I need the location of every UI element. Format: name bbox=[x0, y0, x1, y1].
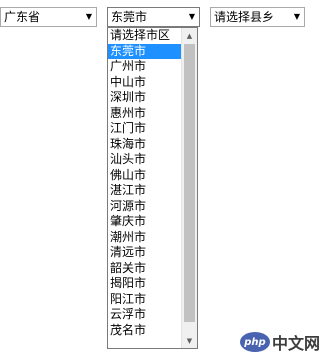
option-item[interactable]: 江门市 bbox=[108, 121, 181, 137]
option-item[interactable]: 佛山市 bbox=[108, 168, 181, 184]
option-item[interactable]: 深圳市 bbox=[108, 90, 181, 106]
php-logo-icon: php bbox=[239, 332, 270, 352]
scrollbar[interactable]: ▲ ▼ bbox=[181, 28, 197, 348]
county-select-value: 请选择县乡 bbox=[214, 10, 275, 24]
option-item[interactable]: 潮州市 bbox=[108, 230, 181, 246]
watermark-logo: php 中文网 bbox=[239, 330, 320, 354]
option-selected[interactable]: 东莞市 bbox=[108, 43, 181, 59]
option-item[interactable]: 中山市 bbox=[108, 75, 181, 91]
city-options: 请选择市区 东莞市 广州市 中山市 深圳市 惠州市 江门市 珠海市 汕头市 佛山市 湛江市 河源市 肇庆… bbox=[108, 28, 181, 348]
scroll-thumb[interactable] bbox=[184, 44, 195, 322]
city-select[interactable]: 东莞市 ▼ bbox=[107, 7, 200, 27]
option-item[interactable]: 清远市 bbox=[108, 245, 181, 261]
option-item[interactable]: 韶关市 bbox=[108, 261, 181, 277]
option-item[interactable]: 惠州市 bbox=[108, 106, 181, 122]
scroll-down-arrow-icon[interactable]: ▼ bbox=[182, 333, 197, 348]
chevron-down-icon: ▼ bbox=[293, 12, 300, 21]
scroll-up-arrow-icon[interactable]: ▲ bbox=[182, 28, 197, 43]
province-select[interactable]: 广东省 ▼ bbox=[0, 7, 97, 27]
city-dropdown-list: 请选择市区 东莞市 广州市 中山市 深圳市 惠州市 江门市 珠海市 汕头市 佛山市 湛江市 河源市 肇庆… bbox=[107, 27, 198, 349]
watermark-text: 中文网 bbox=[271, 334, 320, 353]
option-item[interactable]: 广州市 bbox=[108, 59, 181, 75]
province-select-value: 广东省 bbox=[4, 10, 41, 24]
option-item[interactable]: 请选择市区 bbox=[108, 28, 181, 44]
option-item[interactable]: 汕头市 bbox=[108, 152, 181, 168]
option-item[interactable]: 肇庆市 bbox=[108, 214, 181, 230]
option-item[interactable]: 河源市 bbox=[108, 199, 181, 215]
option-item[interactable]: 茂名市 bbox=[108, 323, 181, 339]
option-item[interactable]: 云浮市 bbox=[108, 307, 181, 323]
option-item[interactable]: 珠海市 bbox=[108, 137, 181, 153]
page: 广东省 ▼ 东莞市 ▼ 请选择县乡 ▼ 请选择市区 东莞市 广州市 中山市 深圳市 惠州市… bbox=[0, 0, 326, 360]
county-select[interactable]: 请选择县乡 ▼ bbox=[210, 7, 305, 27]
option-item[interactable]: 湛江市 bbox=[108, 183, 181, 199]
chevron-down-icon: ▼ bbox=[85, 12, 92, 21]
option-item[interactable]: 揭阳市 bbox=[108, 276, 181, 292]
chevron-down-icon: ▼ bbox=[188, 12, 195, 21]
option-item[interactable]: 阳江市 bbox=[108, 292, 181, 308]
city-select-value: 东莞市 bbox=[111, 10, 148, 24]
